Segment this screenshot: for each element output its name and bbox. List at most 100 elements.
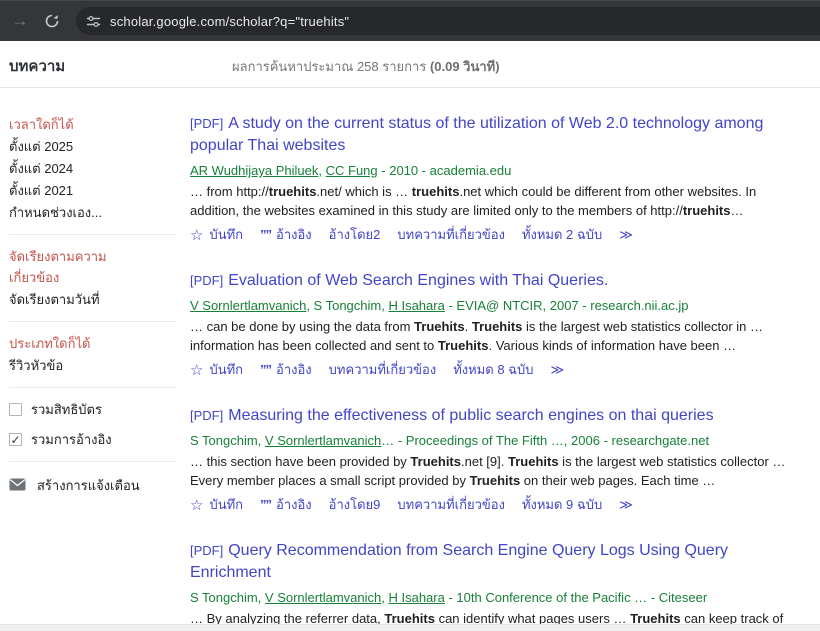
include-patents-option[interactable]: รวมสิทธิบัตร [9,399,190,420]
text-segment: , S Tongchim, [306,298,388,313]
result-title-text[interactable]: Evaluation of Web Search Engines with Th… [228,272,608,289]
related-articles-link[interactable]: บทความที่เกี่ยวข้อง [329,359,437,380]
more-actions-icon[interactable]: ≫ [551,362,565,378]
create-alert-link[interactable]: สร้างการแจ้งเตือน [9,475,190,496]
highlighted-term: Truehits [410,454,461,469]
quote-icon: ”” [260,227,271,242]
highlighted-term: Truehits [470,473,521,488]
search-result: [PDF]A study on the current status of th… [190,113,802,245]
reload-icon [44,13,60,29]
address-bar[interactable]: scholar.google.com/scholar?q="truehits" [76,7,820,35]
result-title-text[interactable]: Measuring the effectiveness of public se… [228,407,713,424]
result-snippet: … this section have been provided by Tru… [190,452,802,490]
star-icon: ☆ [190,361,203,379]
all-versions-link[interactable]: ทั้งหมด 8 ฉบับ [453,359,533,380]
author-link[interactable]: AR Wudhijaya Philuek [190,163,318,178]
cited-by-link[interactable]: อ้างโดย9 [329,494,381,515]
all-versions-link[interactable]: ทั้งหมด 2 ฉบับ [522,224,602,245]
highlighted-term: truehits [412,184,460,199]
pdf-tag: [PDF] [190,543,223,558]
result-title-link[interactable]: [PDF] Measuring the effectiveness of publ… [190,405,802,427]
text-segment: … - Proceedings of The Fifth …, 2006 - r… [381,433,709,448]
search-time: (0.09 วินาที) [430,59,500,74]
checkbox-unchecked-icon[interactable] [9,403,22,416]
result-authors: V Sornlertlamvanich, S Tongchim, H Isaha… [190,296,802,315]
star-icon: ☆ [190,496,203,514]
filter-since-2024[interactable]: ตั้งแต่ 2024 [9,158,159,179]
include-citations-label: รวมการอ้างอิง [31,429,112,450]
site-settings-icon[interactable] [86,14,101,29]
text-segment: … from http:// [190,184,269,199]
result-title-link[interactable]: [PDF]A study on the current status of th… [190,113,802,157]
results-count: ผลการค้นหาประมาณ 258 รายการ [232,59,426,74]
author-link[interactable]: V Sornlertlamvanich [190,298,306,313]
url-text: scholar.google.com/scholar?q="truehits" [110,14,349,29]
result-title-text[interactable]: Query Recommendation from Search Engine … [190,542,728,581]
create-alert-label: สร้างการแจ้งเตือน [37,475,140,496]
result-authors: S Tongchim, V Sornlertlamvanich… - Proce… [190,431,802,450]
author-link[interactable]: CC Fung [326,163,378,178]
text-segment: … can be done by using the data from [190,319,414,334]
filter-review-articles[interactable]: รีวิวหัวข้อ [9,355,159,376]
text-segment: … [730,203,743,218]
text-segment: … this section have been provided by [190,454,410,469]
envelope-icon [9,478,37,494]
cite-button[interactable]: ””อ้างอิง [260,224,312,245]
cite-button[interactable]: ””อ้างอิง [260,359,312,380]
cite-button[interactable]: ””อ้างอิง [260,494,312,515]
filter-custom-range[interactable]: กำหนดช่วงเอง... [9,202,159,223]
sort-by-relevance[interactable]: จัดเรียงตามความเกี่ยวข้อง [9,246,131,288]
author-link[interactable]: H Isahara [388,590,444,605]
result-title-link[interactable]: [PDF]Query Recommendation from Search En… [190,540,802,584]
more-actions-icon[interactable]: ≫ [619,497,633,513]
text-segment: . [465,319,472,334]
filter-since-2021[interactable]: ตั้งแต่ 2021 [9,180,159,201]
highlighted-term: Truehits [438,338,489,353]
include-patents-label: รวมสิทธิบัตร [31,399,102,420]
author-link[interactable]: H Isahara [388,298,444,313]
results-stats: ผลการค้นหาประมาณ 258 รายการ (0.09 วินาที… [232,56,500,77]
star-icon: ☆ [190,226,203,244]
browser-toolbar: → scholar.google.com/scholar?q="truehits… [0,0,820,41]
checkbox-checked-icon[interactable]: ✓ [9,433,22,446]
text-segment: .net/ which is … [316,184,411,199]
save-button[interactable]: ☆บันทึก [190,494,243,515]
related-articles-link[interactable]: บทความที่เกี่ยวข้อง [397,494,505,515]
forward-arrow-icon: → [12,11,29,31]
quote-icon: ”” [260,362,271,377]
result-authors: AR Wudhijaya Philuek, CC Fung - 2010 - a… [190,161,802,180]
include-citations-option[interactable]: ✓ รวมการอ้างอิง [9,429,190,450]
filter-any-time[interactable]: เวลาใดก็ได้ [9,114,159,135]
search-result: [PDF]Query Recommendation from Search En… [190,540,802,631]
window-bottom-edge [0,624,820,631]
highlighted-term: Truehits [472,319,523,334]
cited-by-link[interactable]: อ้างโดย2 [329,224,381,245]
save-button[interactable]: ☆บันทึก [190,224,243,245]
search-result: [PDF]Evaluation of Web Search Engines wi… [190,270,802,380]
related-articles-link[interactable]: บทความที่เกี่ยวข้อง [397,224,505,245]
result-actions: ☆บันทึก ””อ้างอิง อ้างโดย9 บทความที่เกี่… [190,494,802,515]
result-title-link[interactable]: [PDF]Evaluation of Web Search Engines wi… [190,270,802,292]
results-header: บทความ ผลการค้นหาประมาณ 258 รายการ (0.09… [0,41,820,88]
filter-any-type[interactable]: ประเภทใดก็ได้ [9,333,159,354]
author-link[interactable]: V Sornlertlamvanich [265,590,381,605]
author-link[interactable]: V Sornlertlamvanich [265,433,381,448]
text-segment: - 10th Conference of the Pacific … - Cit… [445,590,707,605]
pdf-tag: [PDF] [190,408,223,423]
page-title: บทความ [0,54,232,78]
save-button[interactable]: ☆บันทึก [190,359,243,380]
forward-button[interactable]: → [6,7,34,35]
highlighted-term: truehits [683,203,731,218]
highlighted-term: Truehits [414,319,465,334]
result-title-text[interactable]: A study on the current status of the uti… [190,115,763,154]
text-segment: on their web pages. Each time … [520,473,715,488]
text-segment: - 2010 - academia.edu [378,163,512,178]
pdf-tag: [PDF] [190,116,223,131]
all-versions-link[interactable]: ทั้งหมด 9 ฉบับ [522,494,602,515]
sort-by-date[interactable]: จัดเรียงตามวันที่ [9,289,159,310]
reload-button[interactable] [38,7,66,35]
divider [9,234,176,235]
more-actions-icon[interactable]: ≫ [619,227,633,243]
divider [9,461,176,462]
filter-since-2025[interactable]: ตั้งแต่ 2025 [9,136,159,157]
